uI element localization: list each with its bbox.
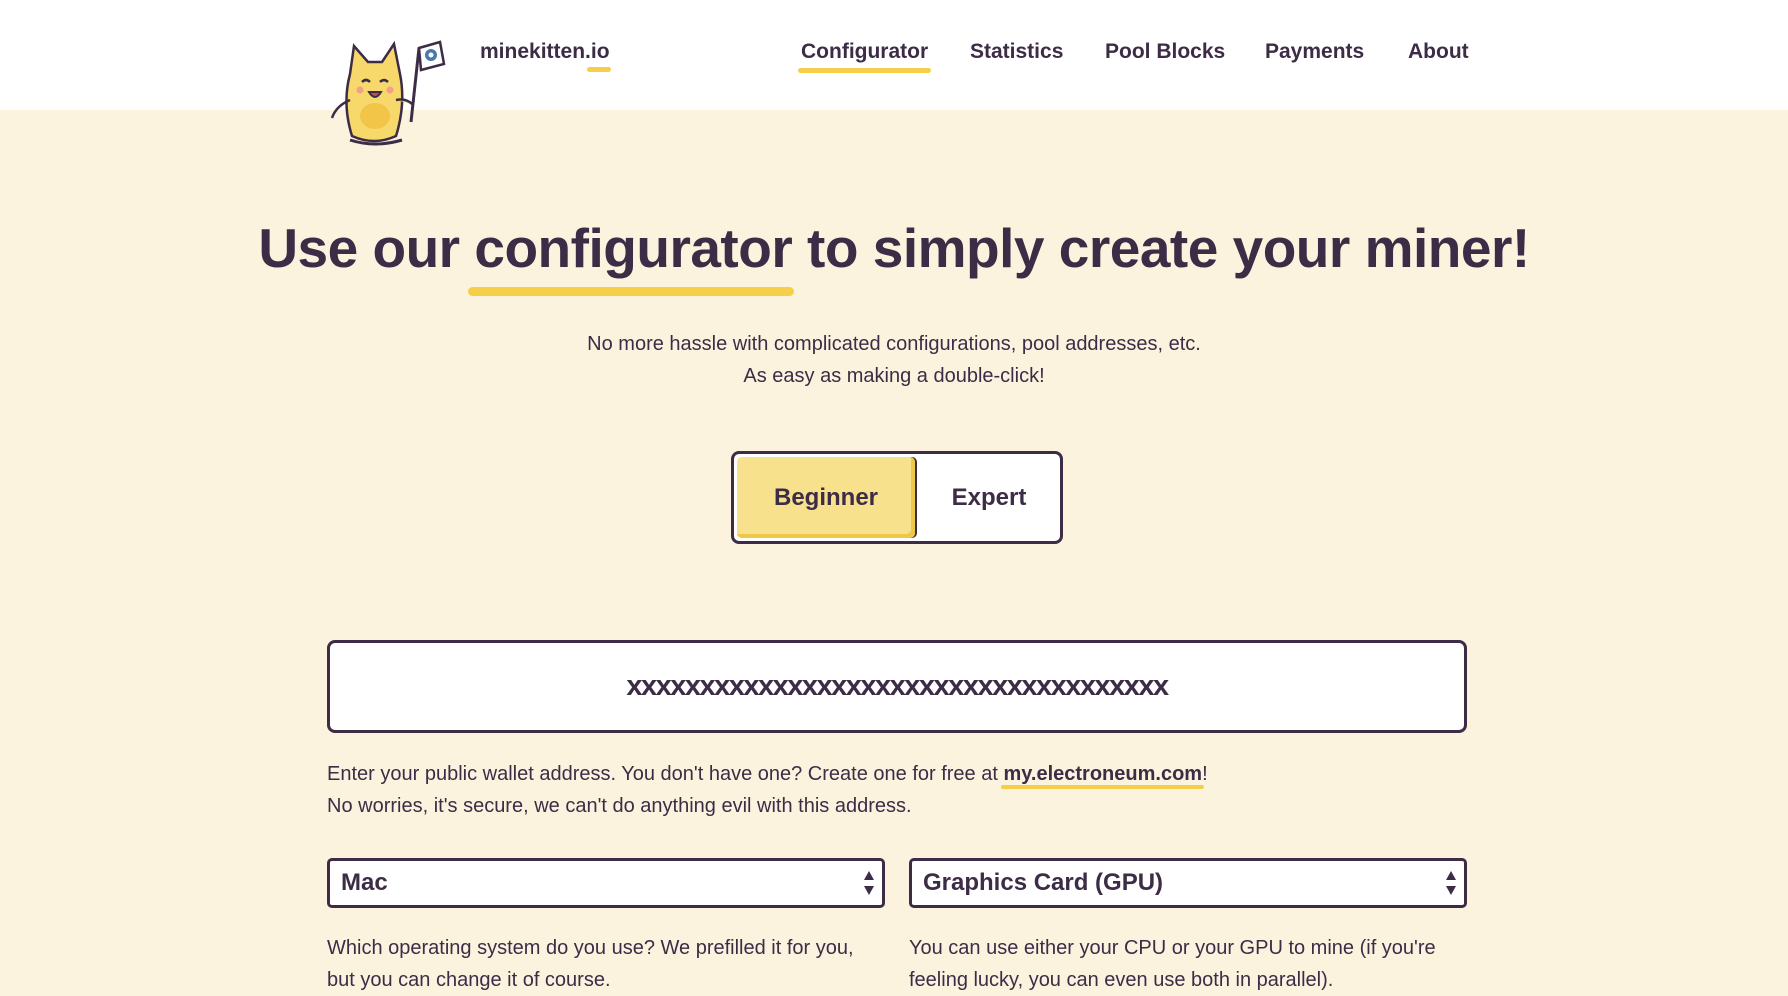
nav-about[interactable]: About [1408, 40, 1469, 64]
title-pre: Use our [258, 217, 475, 279]
wallet-help-end: ! [1202, 763, 1208, 785]
device-select[interactable]: Graphics Card (GPU) [909, 858, 1467, 908]
wallet-help-line-2: No worries, it's secure, we can't do any… [327, 795, 912, 817]
site-header: minekitten.io Configurator Statistics Po… [0, 0, 1788, 146]
device-select-value: Graphics Card (GPU) [923, 869, 1164, 896]
wallet-address-input[interactable] [327, 640, 1467, 733]
nav-statistics[interactable]: Statistics [970, 40, 1063, 64]
electroneum-link[interactable]: my.electroneum.com [1001, 758, 1204, 790]
updown-arrows-icon [864, 871, 874, 895]
nav-configurator[interactable]: Configurator [797, 40, 932, 73]
os-help: Which operating system do you use? We pr… [327, 932, 887, 996]
main-nav: Configurator Statistics Pool Blocks Paym… [0, 40, 1788, 80]
mode-beginner-button[interactable]: Beginner [737, 457, 915, 538]
device-help-line-1: You can use either your CPU or your GPU … [909, 937, 1436, 959]
device-help: You can use either your CPU or your GPU … [909, 932, 1469, 996]
page-title: Use our configurator to simply create yo… [0, 216, 1788, 296]
device-help-line-2: feeling lucky, you can even use both in … [909, 969, 1334, 991]
title-post: to simply create your miner! [792, 217, 1530, 279]
nav-pool-blocks[interactable]: Pool Blocks [1105, 40, 1225, 64]
os-help-line-1: Which operating system do you use? We pr… [327, 937, 854, 959]
nav-payments[interactable]: Payments [1265, 40, 1364, 64]
wallet-help: Enter your public wallet address. You do… [327, 758, 1467, 822]
mode-toggle: Beginner Expert [731, 451, 1063, 544]
os-select[interactable]: Mac [327, 858, 885, 908]
subtitle-line-2: As easy as making a double-click! [743, 365, 1045, 387]
os-help-line-2: but you can change it of course. [327, 969, 611, 991]
wallet-help-text: Enter your public wallet address. You do… [327, 763, 1004, 785]
os-select-value: Mac [341, 869, 388, 896]
title-highlight: configurator [468, 217, 795, 296]
updown-arrows-icon [1446, 871, 1456, 895]
subtitle-line-1: No more hassle with complicated configur… [587, 333, 1201, 355]
mode-expert-button[interactable]: Expert [918, 454, 1060, 541]
